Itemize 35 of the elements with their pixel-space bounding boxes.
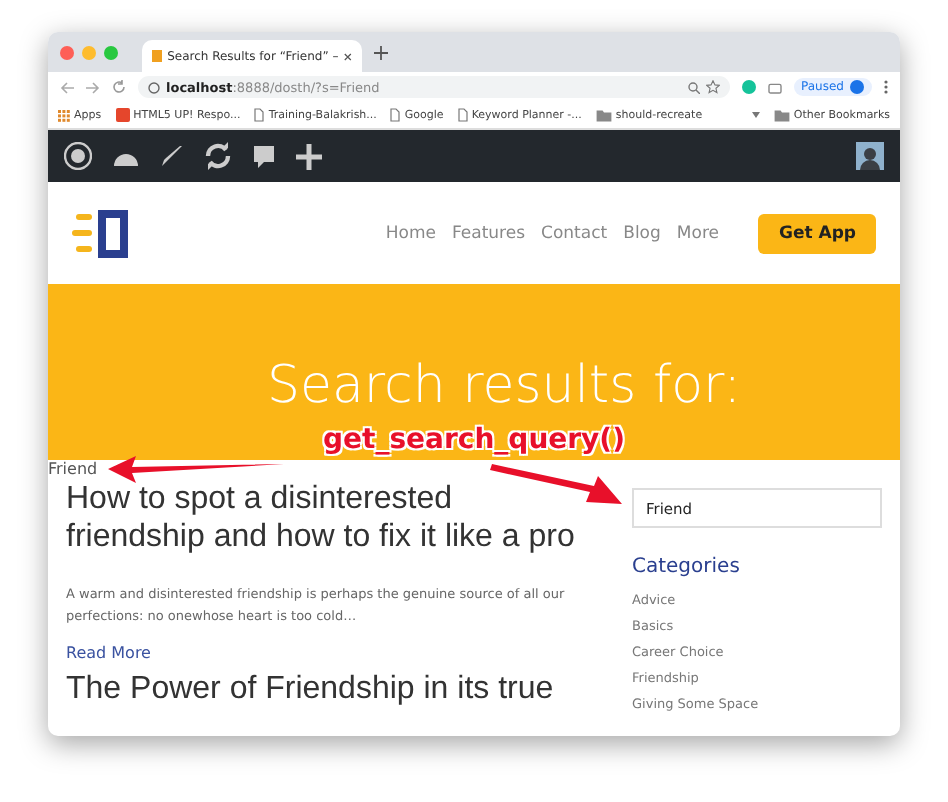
nav-link[interactable]: More: [676, 223, 719, 243]
folder-icon: [595, 109, 612, 121]
categories-heading: Categories: [632, 556, 742, 578]
comment-icon[interactable]: [252, 143, 276, 169]
close-icon[interactable]: [344, 51, 352, 61]
hero-title: Search results for:: [266, 356, 741, 416]
search-icon[interactable]: [687, 81, 700, 93]
folder-icon: [773, 109, 790, 121]
page-icon: [457, 108, 468, 122]
chevron-icon[interactable]: [751, 112, 760, 118]
star-icon[interactable]: [705, 80, 720, 94]
apps-grid-icon: [58, 109, 70, 121]
nav-link[interactable]: Features: [451, 223, 526, 243]
page-icon: [390, 108, 401, 122]
reload-icon[interactable]: [112, 80, 126, 94]
get-app-button[interactable]: Get App: [758, 213, 876, 253]
site-favicon-icon: [152, 50, 162, 62]
info-icon: [148, 81, 160, 93]
plus-icon[interactable]: [296, 143, 322, 169]
nav-link[interactable]: Blog: [623, 223, 661, 243]
post-title[interactable]: The Power of Friendship in its true: [66, 670, 590, 708]
site-favicon-icon: [115, 108, 130, 122]
nav-link[interactable]: Home: [385, 223, 436, 243]
post-title[interactable]: How to spot a disinterested friendship and how to fix it like a pro: [66, 480, 590, 556]
wordpress-logo-icon[interactable]: [64, 142, 92, 170]
annotation-label: get_search_query(): [323, 424, 625, 456]
avatar-icon: [850, 80, 864, 94]
nav-link[interactable]: Contact: [541, 223, 608, 243]
user-avatar-icon[interactable]: [856, 142, 884, 170]
refresh-icon[interactable]: [204, 142, 232, 170]
brush-icon[interactable]: [160, 144, 184, 168]
query-text: Friend: [48, 460, 98, 480]
read-more-link[interactable]: Read More: [66, 644, 604, 662]
page-icon: [254, 108, 265, 122]
new-tab-icon[interactable]: [374, 45, 388, 59]
